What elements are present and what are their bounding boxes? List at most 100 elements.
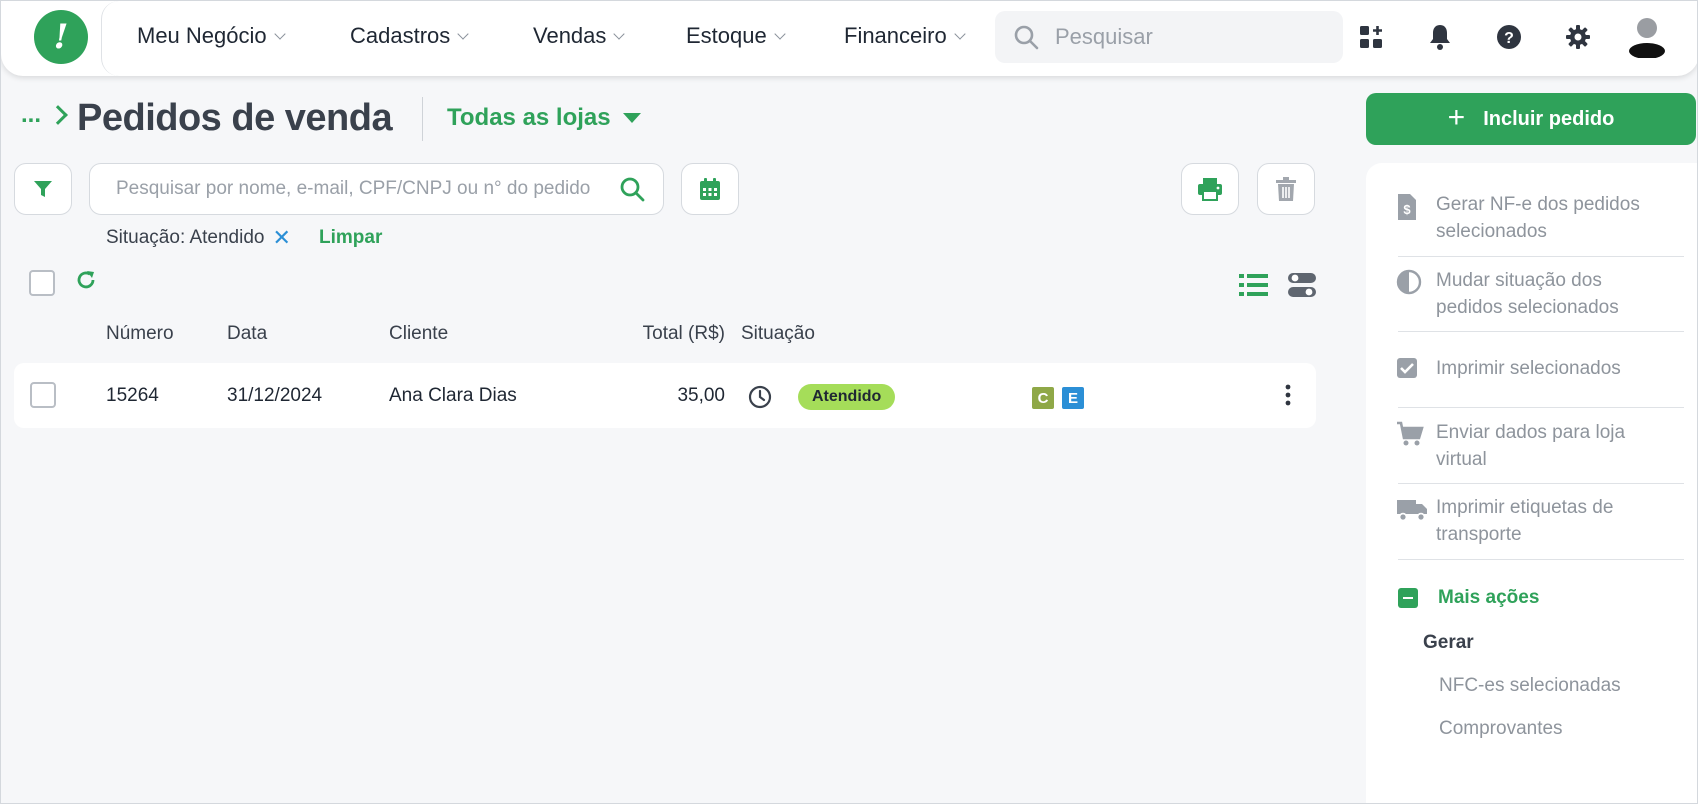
store-selector-label: Todas as lojas <box>447 104 611 131</box>
action-label: Mudar situação dos pedidos selecionados <box>1436 270 1619 318</box>
order-search-input[interactable] <box>116 178 619 200</box>
contrast-icon <box>1396 267 1436 300</box>
checkbox-checked-icon <box>1396 355 1436 384</box>
chevron-right-icon <box>48 105 68 125</box>
trash-icon <box>1276 177 1296 201</box>
active-filter-label: Situação: Atendido <box>106 227 265 248</box>
chevron-down-icon <box>457 27 469 40</box>
column-header-situacao[interactable]: Situação <box>741 323 815 345</box>
list-view-icon[interactable] <box>1239 272 1269 303</box>
search-icon[interactable] <box>619 176 645 202</box>
column-header-total[interactable]: Total (R$) <box>624 323 725 345</box>
delete-button[interactable] <box>1257 163 1315 215</box>
nav-financeiro[interactable]: Financeiro <box>844 21 966 51</box>
page-title: Pedidos de venda <box>77 97 393 139</box>
action-label: Imprimir etiquetas de transporte <box>1436 497 1614 545</box>
action-label: Enviar dados para loja virtual <box>1436 422 1626 470</box>
top-navbar: ! Meu Negócio Cadastros Vendas Estoque F… <box>1 1 1697 76</box>
action-send-store[interactable]: Enviar dados para loja virtual <box>1396 419 1666 473</box>
search-icon <box>1014 25 1039 50</box>
column-header-data[interactable]: Data <box>227 323 267 345</box>
action-generate-nfe[interactable]: $ Gerar NF-e dos pedidos selecionados <box>1396 191 1666 245</box>
logo[interactable]: ! <box>34 10 88 64</box>
global-search-input[interactable] <box>1055 24 1325 50</box>
action-print-labels[interactable]: Imprimir etiquetas de transporte <box>1396 494 1666 548</box>
more-actions-label: Mais ações <box>1438 587 1540 608</box>
more-options-icon[interactable] <box>1284 383 1292 412</box>
calendar-icon <box>700 178 720 200</box>
help-icon[interactable]: ? <box>1492 20 1526 54</box>
nav-label: Meu Negócio <box>137 23 267 48</box>
truck-icon <box>1396 494 1436 527</box>
nav-label: Estoque <box>686 23 767 48</box>
active-filter: Situação: Atendido ✕ <box>106 225 291 251</box>
avatar[interactable] <box>1625 15 1669 59</box>
cart-icon <box>1396 419 1436 452</box>
action-label: Gerar NF-e dos pedidos selecionados <box>1436 194 1640 242</box>
row-checkbox[interactable] <box>30 382 56 408</box>
divider <box>1398 483 1684 484</box>
divider <box>1398 407 1684 408</box>
apps-icon[interactable] <box>1354 20 1388 54</box>
clock-icon <box>748 385 772 414</box>
chevron-down-icon <box>954 27 966 40</box>
date-filter-button[interactable] <box>681 163 739 215</box>
more-actions-toggle[interactable]: Mais ações <box>1398 587 1539 609</box>
caret-down-icon <box>622 113 641 123</box>
order-search <box>89 163 664 215</box>
close-icon[interactable]: ✕ <box>272 225 290 251</box>
nav-estoque[interactable]: Estoque <box>686 21 786 51</box>
column-header-cliente[interactable]: Cliente <box>389 323 448 345</box>
store-selector[interactable]: Todas as lojas <box>447 104 641 132</box>
plus-icon: + <box>1447 100 1466 134</box>
divider <box>1398 256 1684 257</box>
breadcrumb-ellipsis: ... <box>21 101 42 128</box>
svg-text:?: ? <box>1504 30 1514 47</box>
gear-icon[interactable] <box>1561 20 1595 54</box>
select-all-checkbox[interactable] <box>29 270 55 296</box>
tag-c: C <box>1032 387 1054 409</box>
nav-label: Financeiro <box>844 23 947 48</box>
chevron-down-icon <box>613 27 626 40</box>
include-order-label: Incluir pedido <box>1483 107 1615 130</box>
tag-e: E <box>1062 387 1084 409</box>
global-search <box>995 11 1343 63</box>
filter-icon <box>34 181 52 197</box>
table-row[interactable]: 15264 31/12/2024 Ana Clara Dias 35,00 At… <box>14 363 1316 428</box>
divider <box>1398 331 1684 332</box>
chevron-down-icon <box>774 27 786 40</box>
actions-panel: $ Gerar NF-e dos pedidos selecionados Mu… <box>1366 163 1697 803</box>
svg-text:$: $ <box>1403 202 1411 217</box>
action-print-selected[interactable]: Imprimir selecionados <box>1396 355 1666 384</box>
column-header-numero[interactable]: Número <box>106 323 174 345</box>
cell-numero: 15264 <box>106 385 159 406</box>
status-badge: Atendido <box>798 384 896 410</box>
action-change-status[interactable]: Mudar situação dos pedidos selecionados <box>1396 267 1666 321</box>
cell-total: 35,00 <box>677 385 725 406</box>
title-divider <box>422 97 423 141</box>
nav-label: Cadastros <box>350 23 451 48</box>
collapse-icon <box>1398 588 1418 608</box>
refresh-icon[interactable] <box>75 269 97 296</box>
app-window: ! Meu Negócio Cadastros Vendas Estoque F… <box>0 0 1698 804</box>
link-receipts[interactable]: Comprovantes <box>1439 718 1563 740</box>
chevron-down-icon <box>273 27 286 40</box>
include-order-button[interactable]: + Incluir pedido <box>1366 93 1696 145</box>
filter-button[interactable] <box>14 163 72 215</box>
clear-filters-link[interactable]: Limpar <box>319 227 382 249</box>
nav-cadastros[interactable]: Cadastros <box>350 21 469 51</box>
cell-cliente: Ana Clara Dias <box>389 385 517 406</box>
bell-icon[interactable] <box>1423 20 1457 54</box>
toggle-settings-icon[interactable] <box>1287 272 1317 303</box>
link-nfce-selected[interactable]: NFC-es selecionadas <box>1439 675 1621 697</box>
nav-meu-negocio[interactable]: Meu Negócio <box>137 21 286 51</box>
divider <box>1398 559 1684 560</box>
logo-divider <box>101 1 119 76</box>
group-title: Gerar <box>1423 632 1474 653</box>
printer-icon <box>1198 178 1222 201</box>
nav-vendas[interactable]: Vendas <box>533 21 626 51</box>
invoice-icon: $ <box>1396 191 1436 226</box>
breadcrumb[interactable]: ... <box>21 101 68 129</box>
print-button[interactable] <box>1181 163 1239 215</box>
cell-data: 31/12/2024 <box>227 385 323 406</box>
